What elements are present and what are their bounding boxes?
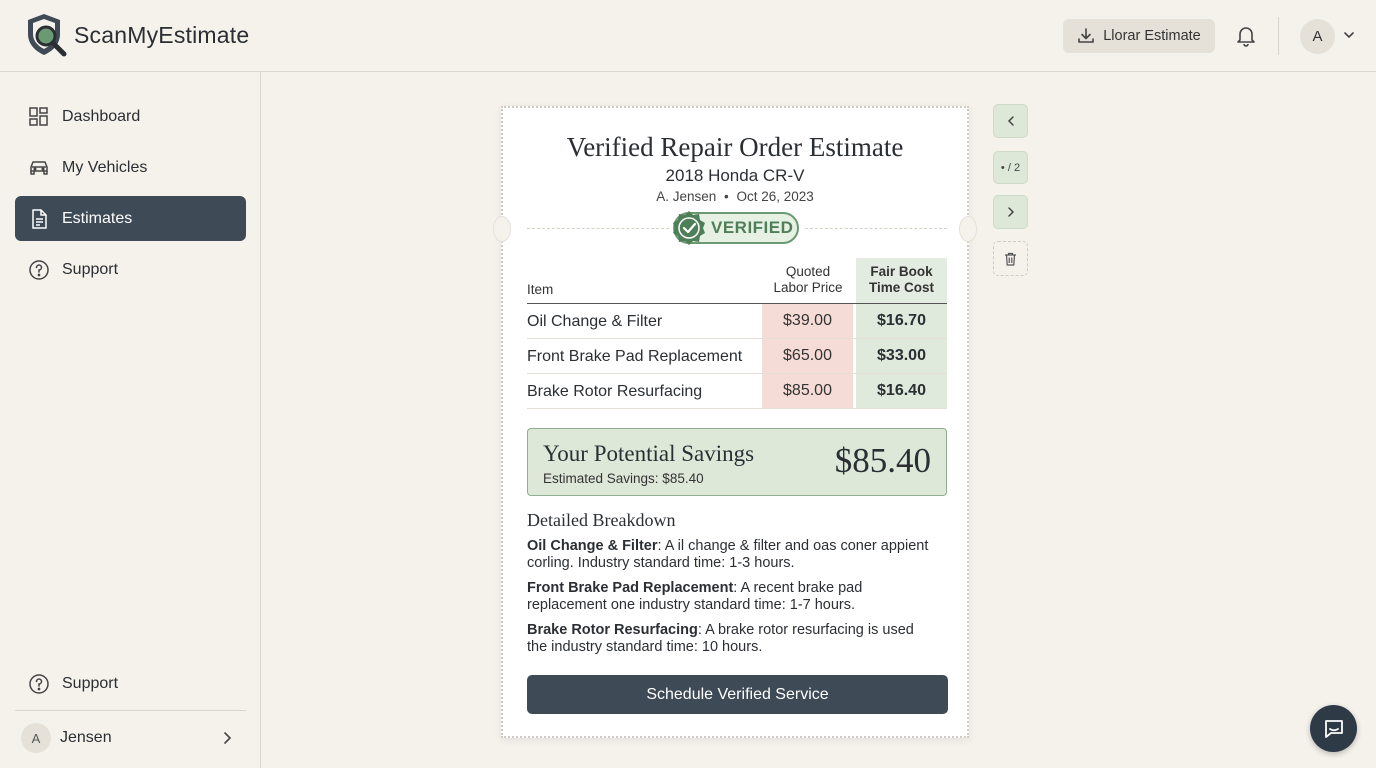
- sidebar-item-label: Support: [62, 260, 119, 278]
- user-name: Jensen: [60, 729, 112, 746]
- brand[interactable]: ScanMyEstimate: [24, 12, 249, 58]
- row-quoted-price: $65.00: [762, 339, 853, 373]
- shield-magnifier-logo-icon: [28, 14, 67, 57]
- download-icon: [1078, 28, 1095, 43]
- column-header-item: Item: [527, 282, 554, 297]
- chevron-left-icon: [1007, 116, 1014, 126]
- table-row: Front Brake Pad Replacement $65.00 $33.0…: [527, 339, 947, 374]
- delete-button[interactable]: [993, 241, 1028, 276]
- chat-icon: [1324, 719, 1343, 738]
- sidebar-support-bottom[interactable]: Support: [15, 661, 246, 706]
- bell-icon[interactable]: [1234, 24, 1258, 48]
- chevron-right-icon: [224, 732, 232, 744]
- sidebar-item-label: My Vehicles: [62, 158, 148, 176]
- document-icon: [32, 208, 47, 229]
- sidebar-item-my-vehicles[interactable]: My Vehicles: [15, 145, 246, 190]
- sidebar-item-support[interactable]: Support: [15, 247, 246, 292]
- dashed-divider-left: [527, 228, 669, 229]
- brand-name: ScanMyEstimate: [74, 21, 250, 48]
- header-divider: [1278, 17, 1279, 55]
- row-quoted-price: $85.00: [762, 374, 853, 408]
- schedule-verified-service-button[interactable]: Schedule Verified Service: [527, 675, 948, 714]
- sidebar-item-dashboard[interactable]: Dashboard: [15, 94, 246, 139]
- next-page-button[interactable]: [993, 195, 1028, 229]
- chevron-right-icon: [1007, 207, 1014, 217]
- estimate-vehicle: 2018 Honda CR-V: [665, 166, 805, 185]
- chat-support-button[interactable]: [1310, 705, 1357, 752]
- breakdown-item: Oil Change & Filter: A il change & filte…: [527, 538, 937, 572]
- table-header: Item Quoted Labor Price Fair Book Time C…: [527, 258, 947, 304]
- row-fair-cost: $16.70: [856, 304, 947, 338]
- column-header-fair-line2: Time Cost: [868, 280, 934, 295]
- breakdown-item-name: Front Brake Pad Replacement: [527, 580, 734, 596]
- breakdown-item-name: Brake Rotor Resurfacing: [527, 622, 698, 638]
- sidebar-user-profile[interactable]: A Jensen: [15, 717, 246, 759]
- dashboard-icon: [29, 106, 48, 126]
- download-estimate-button[interactable]: Llorar Estimate: [1063, 19, 1215, 53]
- row-quoted-price: $39.00: [762, 304, 853, 338]
- savings-amount: $85.40: [834, 441, 931, 480]
- column-header-quoted: Quoted Labor Price: [764, 264, 852, 296]
- trash-icon: [1005, 252, 1016, 266]
- row-item: Oil Change & Filter: [527, 313, 663, 330]
- row-fair-cost: $33.00: [856, 339, 947, 373]
- verified-badge-label: VERIFIED: [711, 218, 794, 237]
- breakdown-title: Detailed Breakdown: [527, 510, 676, 530]
- car-icon: [30, 160, 48, 175]
- column-header-quoted-line2: Labor Price: [773, 280, 843, 295]
- receipt-notch-left: [493, 216, 511, 242]
- row-item: Brake Rotor Resurfacing: [527, 383, 703, 400]
- estimate-customer: A. Jensen: [656, 189, 717, 204]
- row-item: Front Brake Pad Replacement: [527, 348, 743, 365]
- column-header-fair: Fair Book Time Cost: [856, 258, 947, 303]
- previous-page-button[interactable]: [993, 104, 1028, 138]
- dashed-divider-right: [805, 228, 947, 229]
- breakdown-item: Brake Rotor Resurfacing: A brake rotor r…: [527, 622, 937, 656]
- verified-seal-icon: [673, 211, 705, 245]
- sidebar-divider: [15, 710, 246, 711]
- estimate-title: Verified Repair Order Estimate: [566, 132, 904, 162]
- chevron-down-icon[interactable]: [1342, 28, 1356, 42]
- row-fair-cost: $16.40: [856, 374, 947, 408]
- savings-subtitle: Estimated Savings: $85.40: [543, 471, 704, 486]
- breakdown-item-name: Oil Change & Filter: [527, 538, 658, 554]
- meta-separator: •: [724, 189, 729, 204]
- table-row: Brake Rotor Resurfacing $85.00 $16.40: [527, 374, 947, 409]
- estimate-date: Oct 26, 2023: [736, 189, 814, 204]
- column-header-quoted-line1: Quoted: [785, 264, 831, 279]
- avatar: A: [21, 723, 51, 753]
- breakdown-item: Front Brake Pad Replacement: A recent br…: [527, 580, 937, 614]
- user-avatar[interactable]: A: [1300, 19, 1335, 54]
- top-header: ScanMyEstimate Llorar Estimate A: [0, 0, 1376, 72]
- page-indicator: • / 2: [993, 151, 1028, 184]
- estimate-receipt: Verified Repair Order Estimate 2018 Hond…: [493, 106, 977, 738]
- download-estimate-label: Llorar Estimate: [1103, 28, 1201, 44]
- help-circle-icon: [29, 673, 49, 694]
- potential-savings-box: Your Potential Savings Estimated Savings…: [527, 428, 947, 496]
- sidebar-item-label: Support: [62, 674, 119, 692]
- table-row: Oil Change & Filter $39.00 $16.70: [527, 304, 947, 339]
- savings-title: Your Potential Savings: [543, 441, 755, 466]
- sidebar: Dashboard My Vehicles Estimates Support …: [0, 72, 261, 768]
- column-header-fair-line1: Fair Book: [870, 264, 933, 279]
- receipt-notch-right: [959, 216, 977, 242]
- sidebar-item-label: Estimates: [62, 209, 133, 227]
- sidebar-item-label: Dashboard: [62, 107, 141, 125]
- estimate-meta: A. Jensen • Oct 26, 2023: [503, 189, 967, 204]
- sidebar-item-estimates[interactable]: Estimates: [15, 196, 246, 241]
- estimate-table: Item Quoted Labor Price Fair Book Time C…: [527, 258, 947, 409]
- help-circle-icon: [29, 259, 49, 280]
